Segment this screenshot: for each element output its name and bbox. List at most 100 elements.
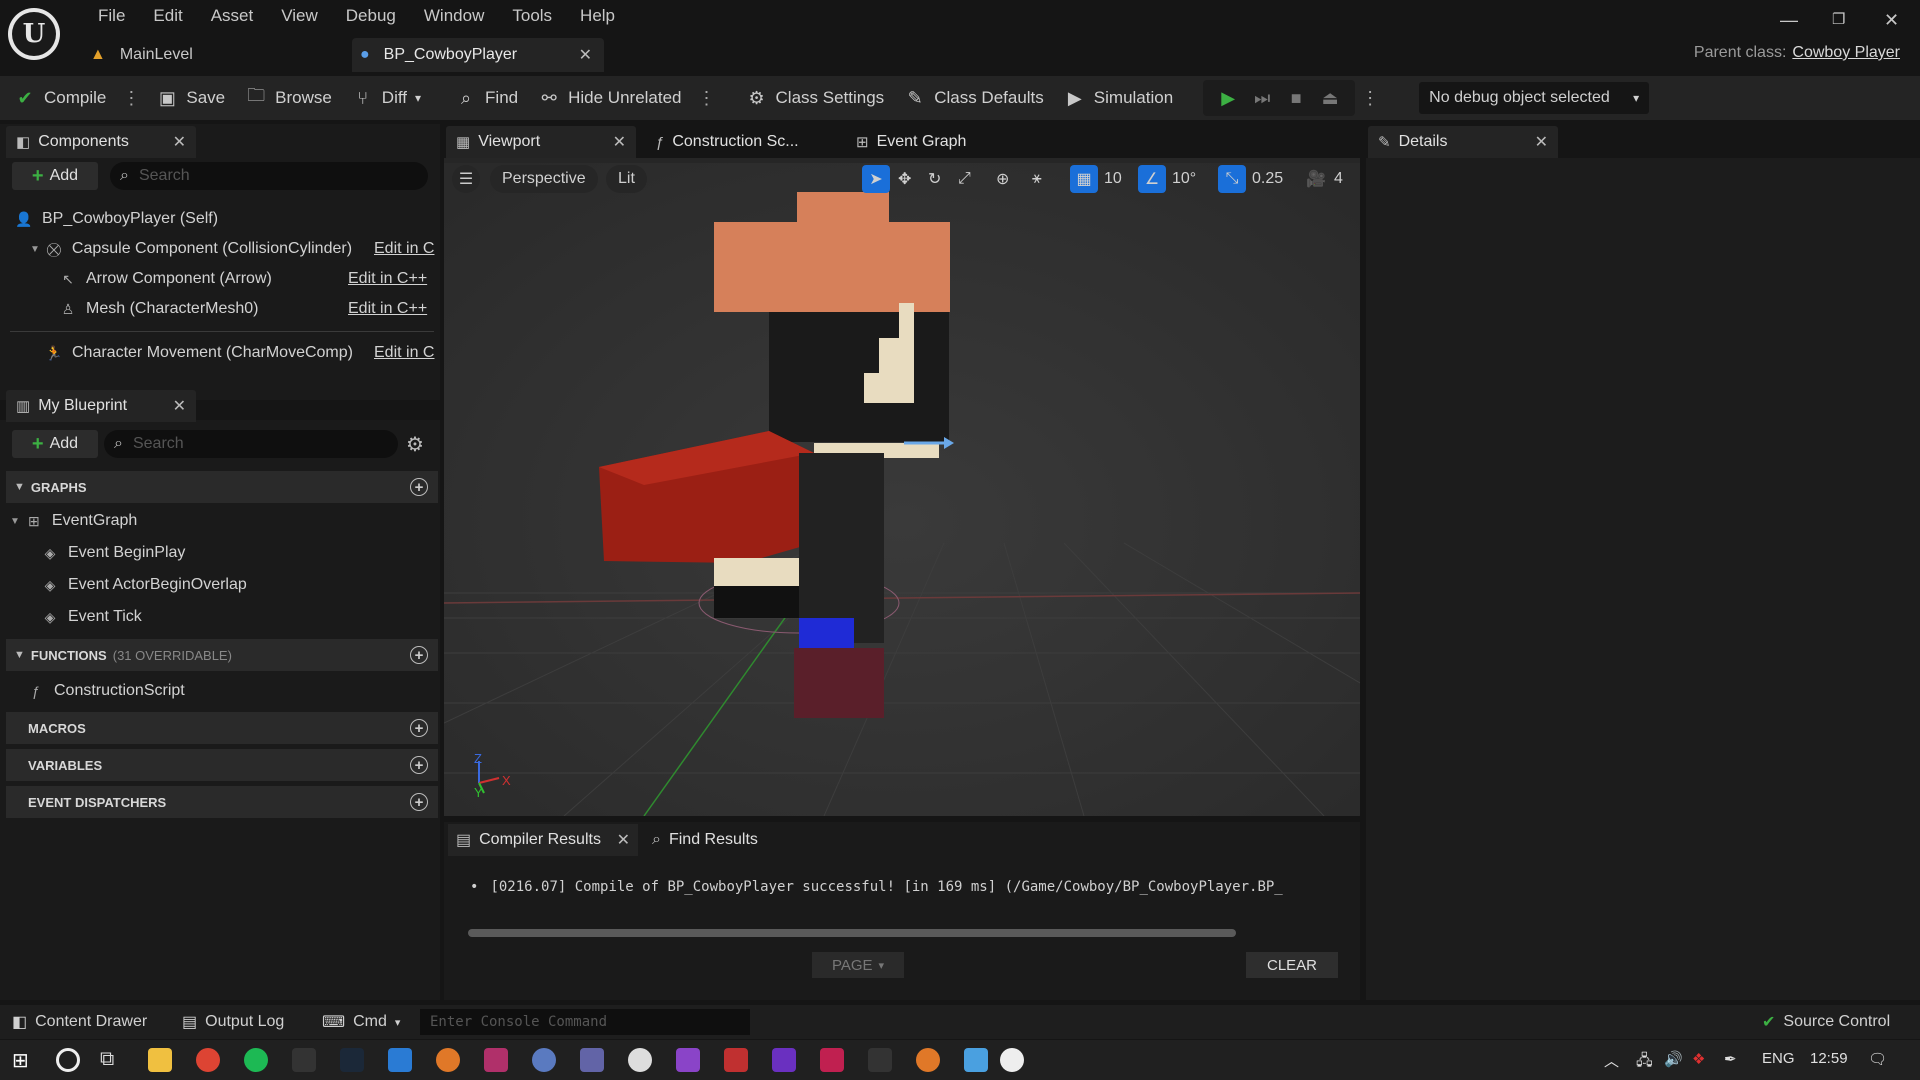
close-icon[interactable]: ✕	[173, 396, 186, 416]
hide-unrelated-button[interactable]: ⚯ Hide Unrelated	[528, 81, 691, 115]
edit-in-cpp-link[interactable]: Edit in C	[374, 344, 434, 362]
cmd-dropdown[interactable]: ⌨ Cmd ▾	[322, 1005, 400, 1039]
output-log-button[interactable]: ▤ Output Log	[182, 1005, 284, 1039]
add-dispatcher-icon[interactable]: +	[410, 793, 428, 811]
compile-button[interactable]: ✔ Compile	[4, 81, 116, 115]
grid-snap-icon[interactable]: ▦	[1070, 165, 1098, 193]
close-icon[interactable]: ✕	[613, 132, 626, 152]
network-icon[interactable]: 🖧	[1636, 1050, 1653, 1075]
source-control-button[interactable]: ✔ Source Control	[1762, 1005, 1890, 1039]
unreal-taskbar-icon[interactable]	[1000, 1048, 1024, 1072]
search-circle-icon[interactable]	[56, 1048, 80, 1072]
task-view-icon[interactable]: ⧉	[100, 1048, 124, 1072]
save-button[interactable]: ▣ Save	[146, 81, 235, 115]
teams-icon[interactable]	[580, 1048, 604, 1072]
translate-icon[interactable]: ✥	[898, 165, 911, 193]
graph-eventgraph[interactable]: ▼ ⊞ EventGraph	[10, 509, 137, 533]
parent-class-link[interactable]: Cowboy Player	[1792, 44, 1900, 61]
components-search-input[interactable]: ⌕ Search	[110, 162, 428, 190]
close-icon[interactable]: ✕	[617, 830, 630, 850]
console-command-input[interactable]: Enter Console Command	[420, 1009, 750, 1035]
blender-icon[interactable]	[916, 1048, 940, 1072]
horizontal-scrollbar[interactable]	[468, 929, 1236, 937]
menu-window[interactable]: Window	[410, 4, 498, 28]
event-tick[interactable]: ◈ Event Tick	[40, 605, 142, 629]
unreal-logo-icon[interactable]: U	[8, 8, 60, 60]
select-mode-icon[interactable]: ➤	[862, 165, 890, 193]
close-window-icon[interactable]: ✕	[1884, 10, 1899, 31]
components-add-button[interactable]: + Add	[12, 162, 98, 190]
page-dropdown[interactable]: PAGE ▾	[812, 952, 904, 978]
tab-details[interactable]: ✎ Details ✕	[1368, 126, 1558, 158]
menu-edit[interactable]: Edit	[139, 4, 196, 28]
play-options-icon[interactable]: ⋮	[1355, 88, 1385, 109]
component-mesh[interactable]: ♙ Mesh (CharacterMesh0)	[58, 297, 259, 321]
tab-viewport[interactable]: ▦ Viewport ✕	[446, 126, 636, 158]
tab-compiler-results[interactable]: ▤ Compiler Results ✕	[448, 824, 638, 856]
clock[interactable]: 12:59	[1810, 1050, 1848, 1067]
functions-section[interactable]: ▼ FUNCTIONS (31 OVERRIDABLE) +	[6, 639, 438, 671]
compile-options-icon[interactable]: ⋮	[116, 88, 146, 109]
edit-in-cpp-link[interactable]: Edit in C	[374, 240, 434, 258]
event-beginplay[interactable]: ◈ Event BeginPlay	[40, 541, 186, 565]
file-explorer-icon[interactable]	[148, 1048, 172, 1072]
settings-gear-icon[interactable]: ⚙	[406, 432, 424, 457]
windows-start-icon[interactable]: ⊞	[12, 1048, 36, 1072]
menu-asset[interactable]: Asset	[197, 4, 268, 28]
language-indicator[interactable]: ENG	[1762, 1050, 1795, 1067]
tab-mainlevel[interactable]: ▲ MainLevel	[90, 38, 340, 72]
blueprint-search-input[interactable]: ⌕ Search	[104, 430, 398, 458]
spotify-icon[interactable]	[244, 1048, 268, 1072]
play-icon[interactable]: ▶	[1211, 88, 1245, 109]
dispatchers-section[interactable]: EVENT DISPATCHERS +	[6, 786, 438, 818]
tab-event-graph[interactable]: ⊞ Event Graph	[846, 126, 1036, 158]
tab-my-blueprint[interactable]: ▥ My Blueprint ✕	[6, 390, 196, 422]
rotate-icon[interactable]: ↻	[928, 165, 941, 193]
grid-snap-value[interactable]: 10	[1104, 165, 1122, 193]
app-icon[interactable]	[724, 1048, 748, 1072]
edit-in-cpp-link[interactable]: Edit in C++	[348, 300, 427, 318]
close-icon[interactable]: ✕	[579, 45, 592, 65]
tab-components[interactable]: ◧ Components ✕	[6, 126, 196, 158]
tab-construction-script[interactable]: ƒ Construction Sc...	[646, 126, 836, 158]
add-graph-icon[interactable]: +	[410, 478, 428, 496]
rotation-snap-value[interactable]: 10°	[1172, 165, 1196, 193]
component-arrow[interactable]: ↖ Arrow Component (Arrow)	[58, 267, 272, 291]
diff-button[interactable]: ⑂ Diff ▾	[342, 81, 431, 115]
graphs-section[interactable]: ▼ GRAPHS +	[6, 471, 438, 503]
browse-button[interactable]: 🗀 Browse	[235, 81, 342, 115]
epic-icon[interactable]	[292, 1048, 316, 1072]
notifications-icon[interactable]: 🗨	[1868, 1050, 1887, 1068]
function-constructionscript[interactable]: ƒ ConstructionScript	[26, 679, 185, 703]
camera-speed-icon[interactable]: 🎥	[1306, 165, 1326, 193]
app-icon[interactable]	[772, 1048, 796, 1072]
app-icon[interactable]	[820, 1048, 844, 1072]
add-macro-icon[interactable]: +	[410, 719, 428, 737]
stop-icon[interactable]: ■	[1279, 88, 1313, 109]
class-settings-button[interactable]: ⚙ Class Settings	[736, 81, 895, 115]
app-icon[interactable]	[484, 1048, 508, 1072]
tab-find-results[interactable]: ⌕ Find Results	[652, 824, 758, 856]
debug-object-select[interactable]: No debug object selected ▾	[1419, 82, 1650, 114]
minimize-icon[interactable]: —	[1780, 10, 1798, 31]
event-actorbeginoverlap[interactable]: ◈ Event ActorBeginOverlap	[40, 573, 247, 597]
lit-button[interactable]: Lit	[606, 165, 647, 193]
component-movement[interactable]: 🏃 Character Movement (CharMoveComp)	[44, 341, 353, 365]
menu-debug[interactable]: Debug	[332, 4, 410, 28]
edit-in-cpp-link[interactable]: Edit in C++	[348, 270, 427, 288]
close-icon[interactable]: ✕	[1535, 132, 1548, 152]
component-self[interactable]: 👤 BP_CowboyPlayer (Self)	[14, 207, 218, 231]
camera-speed-value[interactable]: 4	[1334, 165, 1343, 193]
blender-icon[interactable]	[436, 1048, 460, 1072]
chrome-icon[interactable]	[196, 1048, 220, 1072]
unity-icon[interactable]	[628, 1048, 652, 1072]
tab-bp-cowboyplayer[interactable]: ● BP_CowboyPlayer ✕	[352, 38, 604, 72]
world-local-icon[interactable]: ⊕	[996, 165, 1009, 193]
content-drawer-button[interactable]: ◧ Content Drawer	[12, 1005, 147, 1039]
menu-tools[interactable]: Tools	[498, 4, 566, 28]
macros-section[interactable]: MACROS +	[6, 712, 438, 744]
scale-snap-value[interactable]: 0.25	[1252, 165, 1283, 193]
steam-icon[interactable]	[340, 1048, 364, 1072]
add-variable-icon[interactable]: +	[410, 756, 428, 774]
pen-icon[interactable]: ✒	[1724, 1050, 1737, 1068]
